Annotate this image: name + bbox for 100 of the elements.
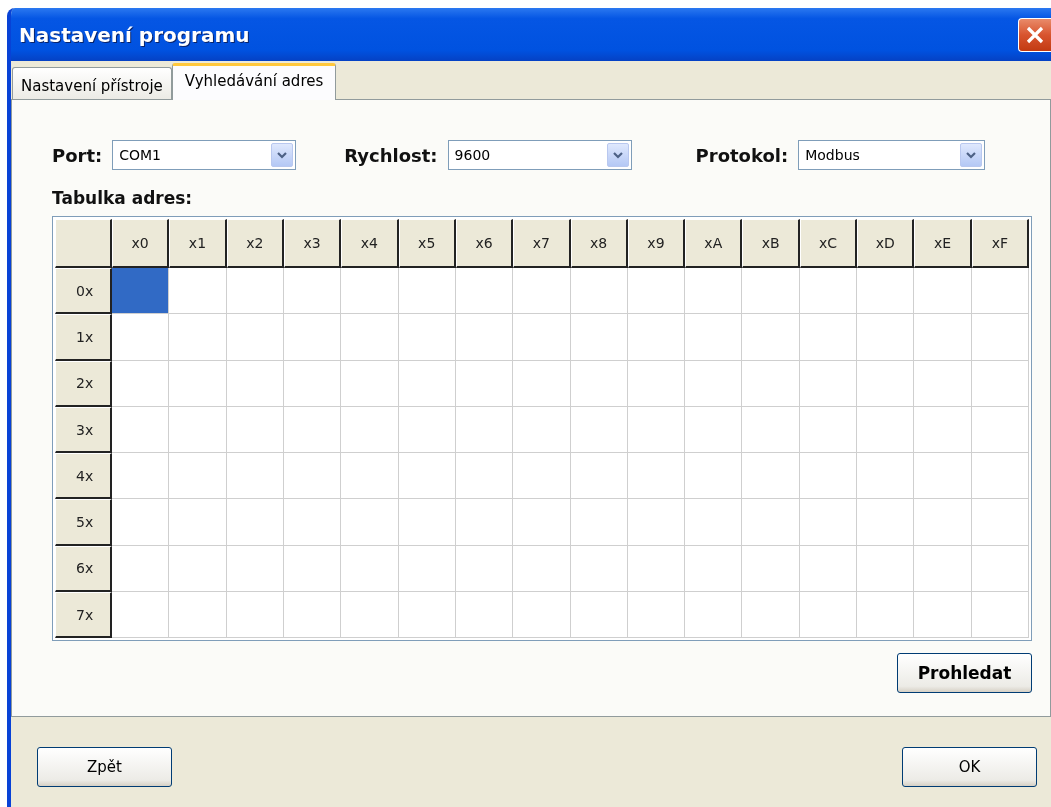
table-cell[interactable]	[513, 545, 571, 593]
table-cell[interactable]	[971, 360, 1029, 407]
table-cell[interactable]	[627, 360, 686, 407]
row-header[interactable]: 5x	[55, 499, 112, 546]
table-cell[interactable]	[971, 453, 1029, 500]
table-cell[interactable]	[112, 499, 170, 546]
tab[interactable]: Nastavení přístroje	[12, 67, 172, 99]
back-button[interactable]: Zpět	[37, 747, 172, 787]
table-cell[interactable]	[112, 360, 170, 407]
table-cell[interactable]	[685, 360, 743, 407]
row-header[interactable]: 1x	[55, 314, 112, 361]
table-cell[interactable]	[914, 499, 972, 546]
table-cell[interactable]	[627, 592, 686, 639]
table-cell[interactable]	[226, 314, 284, 361]
table-cell[interactable]	[455, 499, 514, 546]
table-cell[interactable]	[685, 545, 743, 593]
table-cell[interactable]	[685, 268, 743, 315]
table-cell[interactable]	[685, 499, 743, 546]
table-cell[interactable]	[627, 268, 686, 315]
table-cell[interactable]	[455, 545, 514, 593]
table-cell[interactable]	[914, 360, 972, 407]
table-cell[interactable]	[513, 406, 571, 454]
table-cell[interactable]	[627, 453, 686, 500]
column-header[interactable]: x7	[513, 219, 571, 268]
table-cell[interactable]	[971, 314, 1029, 361]
table-cell[interactable]	[570, 314, 628, 361]
dropdown-field[interactable]: COM1	[112, 140, 297, 170]
table-cell[interactable]	[341, 268, 399, 315]
table-cell[interactable]	[627, 545, 686, 593]
row-header[interactable]: 3x	[55, 406, 112, 454]
table-cell[interactable]	[112, 592, 170, 639]
table-cell[interactable]	[283, 406, 342, 454]
table-cell[interactable]	[513, 314, 571, 361]
table-cell[interactable]	[742, 314, 800, 361]
tab[interactable]: Vyhledávání adres	[171, 63, 337, 100]
column-header[interactable]: x0	[112, 219, 170, 268]
column-header[interactable]: x3	[283, 219, 342, 268]
table-cell[interactable]	[857, 268, 915, 315]
row-header[interactable]: 4x	[55, 453, 112, 500]
table-cell[interactable]	[971, 592, 1029, 639]
table-cell[interactable]	[398, 453, 456, 500]
table-cell[interactable]	[857, 314, 915, 361]
dropdown-field[interactable]: 9600	[447, 140, 632, 170]
table-cell[interactable]	[570, 360, 628, 407]
table-cell[interactable]	[857, 406, 915, 454]
column-header[interactable]: xD	[857, 219, 915, 268]
table-cell[interactable]	[857, 545, 915, 593]
table-cell[interactable]	[570, 453, 628, 500]
table-cell[interactable]	[169, 360, 227, 407]
table-cell[interactable]	[914, 314, 972, 361]
table-cell[interactable]	[341, 545, 399, 593]
table-cell[interactable]	[857, 592, 915, 639]
table-cell[interactable]	[570, 268, 628, 315]
table-cell[interactable]	[570, 406, 628, 454]
table-cell[interactable]	[169, 453, 227, 500]
table-cell[interactable]	[742, 268, 800, 315]
table-cell[interactable]	[742, 545, 800, 593]
table-cell[interactable]	[685, 592, 743, 639]
table-cell[interactable]	[857, 360, 915, 407]
table-cell[interactable]	[570, 545, 628, 593]
table-cell[interactable]	[169, 592, 227, 639]
column-header[interactable]: xF	[971, 219, 1029, 268]
table-cell[interactable]	[341, 314, 399, 361]
table-cell[interactable]	[627, 406, 686, 454]
table-cell[interactable]	[283, 499, 342, 546]
table-cell[interactable]	[971, 268, 1029, 315]
table-cell[interactable]	[513, 360, 571, 407]
table-cell[interactable]	[742, 592, 800, 639]
table-cell[interactable]	[455, 453, 514, 500]
table-cell[interactable]	[283, 453, 342, 500]
table-cell[interactable]	[398, 545, 456, 593]
table-cell[interactable]	[226, 592, 284, 639]
table-cell[interactable]	[971, 406, 1029, 454]
table-cell[interactable]	[799, 406, 858, 454]
table-cell[interactable]	[799, 314, 858, 361]
column-header[interactable]: xE	[914, 219, 972, 268]
table-cell[interactable]	[971, 545, 1029, 593]
table-cell[interactable]	[341, 592, 399, 639]
ok-button[interactable]: OK	[902, 747, 1037, 787]
row-header[interactable]: 0x	[55, 268, 112, 315]
table-cell[interactable]	[398, 499, 456, 546]
table-cell[interactable]	[685, 314, 743, 361]
table-cell[interactable]	[570, 592, 628, 639]
table-cell[interactable]	[742, 406, 800, 454]
table-cell[interactable]	[627, 499, 686, 546]
column-header[interactable]: x1	[169, 219, 227, 268]
table-cell[interactable]	[857, 499, 915, 546]
table-cell[interactable]	[799, 545, 858, 593]
table-cell[interactable]	[914, 453, 972, 500]
table-cell[interactable]	[341, 406, 399, 454]
table-cell[interactable]	[283, 314, 342, 361]
table-cell[interactable]	[398, 406, 456, 454]
table-cell[interactable]	[455, 268, 514, 315]
table-cell[interactable]	[455, 360, 514, 407]
table-cell[interactable]	[857, 453, 915, 500]
table-cell[interactable]	[169, 499, 227, 546]
table-cell[interactable]	[226, 545, 284, 593]
table-cell[interactable]	[513, 453, 571, 500]
table-cell[interactable]	[341, 453, 399, 500]
search-button[interactable]: Prohledat	[897, 653, 1032, 694]
